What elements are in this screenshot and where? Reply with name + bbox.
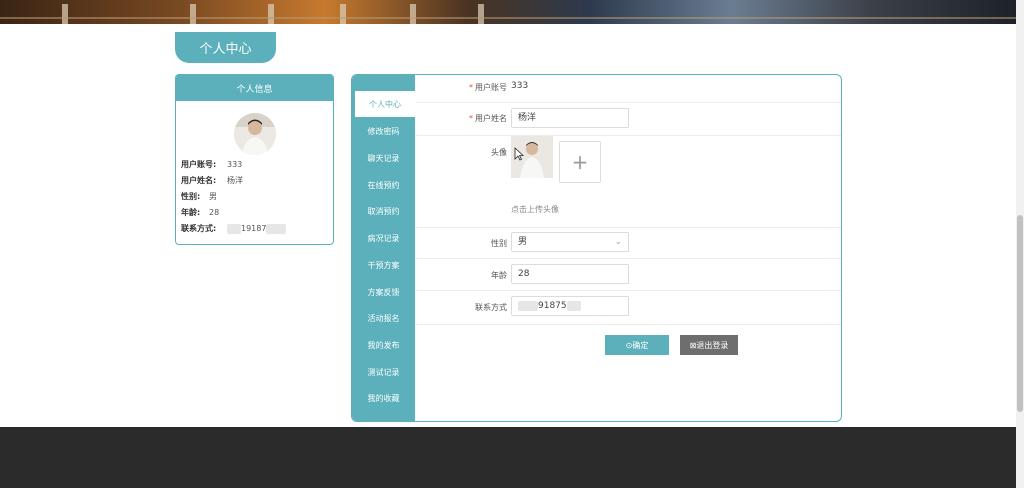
- page-scrollbar[interactable]: [1016, 0, 1024, 488]
- scrollbar-thumb[interactable]: [1017, 215, 1023, 412]
- info-row-account: 用户账号: 333: [181, 160, 243, 169]
- logout-button[interactable]: ⊠退出登录: [680, 335, 738, 355]
- gender-select[interactable]: 男 ⌄: [511, 232, 629, 252]
- menu-item-intervention-plan[interactable]: 干预方案: [352, 252, 415, 278]
- menu-item-online-booking[interactable]: 在线预约: [352, 172, 415, 198]
- menu-item-my-posts[interactable]: 我的发布: [352, 332, 415, 358]
- form-row-avatar: 头像 + 点击上传头像: [416, 135, 841, 228]
- age-input[interactable]: 28: [511, 264, 629, 284]
- footer: [0, 427, 1016, 488]
- menu-item-profile[interactable]: 个人中心: [355, 91, 415, 117]
- menu-item-condition-records[interactable]: 病况记录: [352, 225, 415, 251]
- confirm-button[interactable]: ⊙确定: [605, 335, 669, 355]
- menu-item-favorites[interactable]: 我的收藏: [352, 385, 415, 411]
- info-row-age: 年龄: 28: [181, 208, 220, 217]
- menu-item-test-records[interactable]: 测试记录: [352, 359, 415, 385]
- avatar: [234, 113, 276, 155]
- upload-hint[interactable]: 点击上传头像: [511, 204, 559, 215]
- upload-avatar-button[interactable]: +: [559, 141, 601, 183]
- info-row-gender: 性别: 男: [181, 192, 217, 201]
- chevron-down-icon: ⌄: [614, 237, 622, 247]
- info-card-title: 个人信息: [176, 75, 333, 101]
- form-row-age: 年龄 28: [416, 258, 841, 291]
- profile-form-card: 个人中心 修改密码 聊天记录 在线预约 取消预约 病况记录 干预方案 方案反馈 …: [351, 74, 842, 422]
- info-rows: 用户账号: 333 用户姓名: 杨洋 性别: 男 年龄: 28 联系方式: 19…: [181, 157, 287, 237]
- mouse-cursor-icon: [514, 147, 524, 161]
- account-value: 333: [511, 81, 529, 91]
- form-row-phone: 联系方式 91875: [416, 290, 841, 325]
- name-input[interactable]: 杨洋: [511, 108, 629, 128]
- side-menu: 个人中心 修改密码 聊天记录 在线预约 取消预约 病况记录 干预方案 方案反馈 …: [352, 75, 415, 421]
- personal-info-card: 个人信息 用户账号: 333 用户姓名: 杨洋 性别: 男 年龄: 28 联系方…: [175, 74, 334, 245]
- phone-input[interactable]: 91875: [511, 296, 629, 316]
- menu-item-change-password[interactable]: 修改密码: [352, 118, 415, 144]
- page-title-tab: 个人中心: [175, 32, 276, 63]
- header-banner: [0, 0, 1016, 24]
- form-row-gender: 性别 男 ⌄: [416, 227, 841, 259]
- form-row-account: * 用户账号 333: [416, 75, 841, 103]
- menu-item-cancel-booking[interactable]: 取消预约: [352, 198, 415, 224]
- menu-item-activity-signup[interactable]: 活动报名: [352, 305, 415, 331]
- info-row-phone: 联系方式: 19187: [181, 221, 287, 237]
- form-row-name: * 用户姓名 杨洋: [416, 102, 841, 136]
- menu-item-chat-history[interactable]: 聊天记录: [352, 145, 415, 171]
- info-row-name: 用户姓名: 杨洋: [181, 176, 243, 185]
- menu-item-plan-feedback[interactable]: 方案反馈: [352, 279, 415, 305]
